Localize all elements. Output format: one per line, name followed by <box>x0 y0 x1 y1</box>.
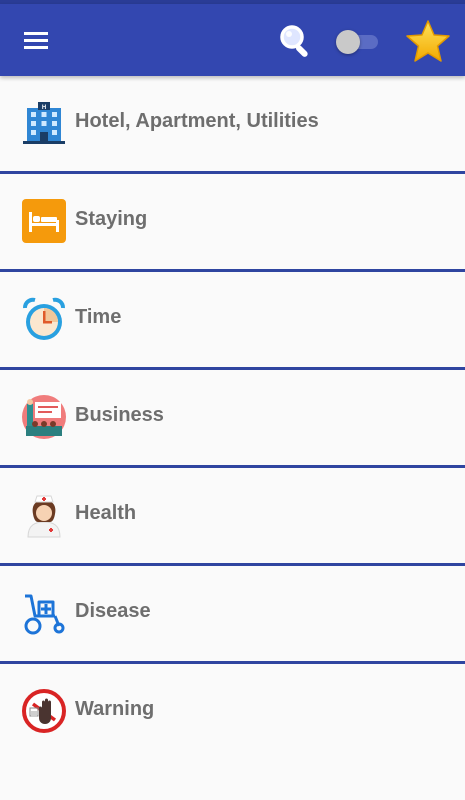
list-item-label: Staying <box>75 208 148 230</box>
category-list: H Hotel, Apartment, Utilities Staying Ti… <box>0 76 465 759</box>
list-item-label: Disease <box>75 600 151 622</box>
list-item-label: Time <box>75 306 122 328</box>
list-item-label: Health <box>75 502 137 524</box>
list-item-business[interactable]: Business <box>0 370 465 468</box>
alarm-clock-icon <box>23 297 65 340</box>
search-button[interactable] <box>277 22 317 62</box>
list-item-staying[interactable]: Staying <box>0 174 465 272</box>
nurse-icon <box>27 495 61 538</box>
list-item-hotel[interactable]: H Hotel, Apartment, Utilities <box>0 76 465 174</box>
search-icon <box>280 25 308 57</box>
list-item-label: Hotel, Apartment, Utilities <box>75 110 319 132</box>
wheelchair-icon <box>24 594 65 635</box>
list-item-time[interactable]: Time <box>0 272 465 370</box>
app-bar <box>0 4 465 76</box>
favorites-button[interactable] <box>404 18 452 66</box>
toggle-thumb <box>336 30 360 54</box>
list-item-disease[interactable]: Disease <box>0 566 465 664</box>
menu-button[interactable] <box>16 22 56 58</box>
bed-icon <box>22 199 66 243</box>
stop-hand-icon <box>22 689 66 733</box>
list-item-label: Business <box>75 404 164 426</box>
list-item-health[interactable]: Health <box>0 468 465 566</box>
list-item-label: Warning <box>75 698 155 720</box>
list-item-warning[interactable]: Warning <box>0 664 465 759</box>
hamburger-menu-icon <box>24 32 48 49</box>
star-icon <box>406 20 450 62</box>
svg-text:H: H <box>42 105 46 111</box>
business-meeting-icon <box>22 395 66 439</box>
toggle-switch[interactable] <box>336 30 380 54</box>
hotel-icon: H <box>23 102 65 144</box>
